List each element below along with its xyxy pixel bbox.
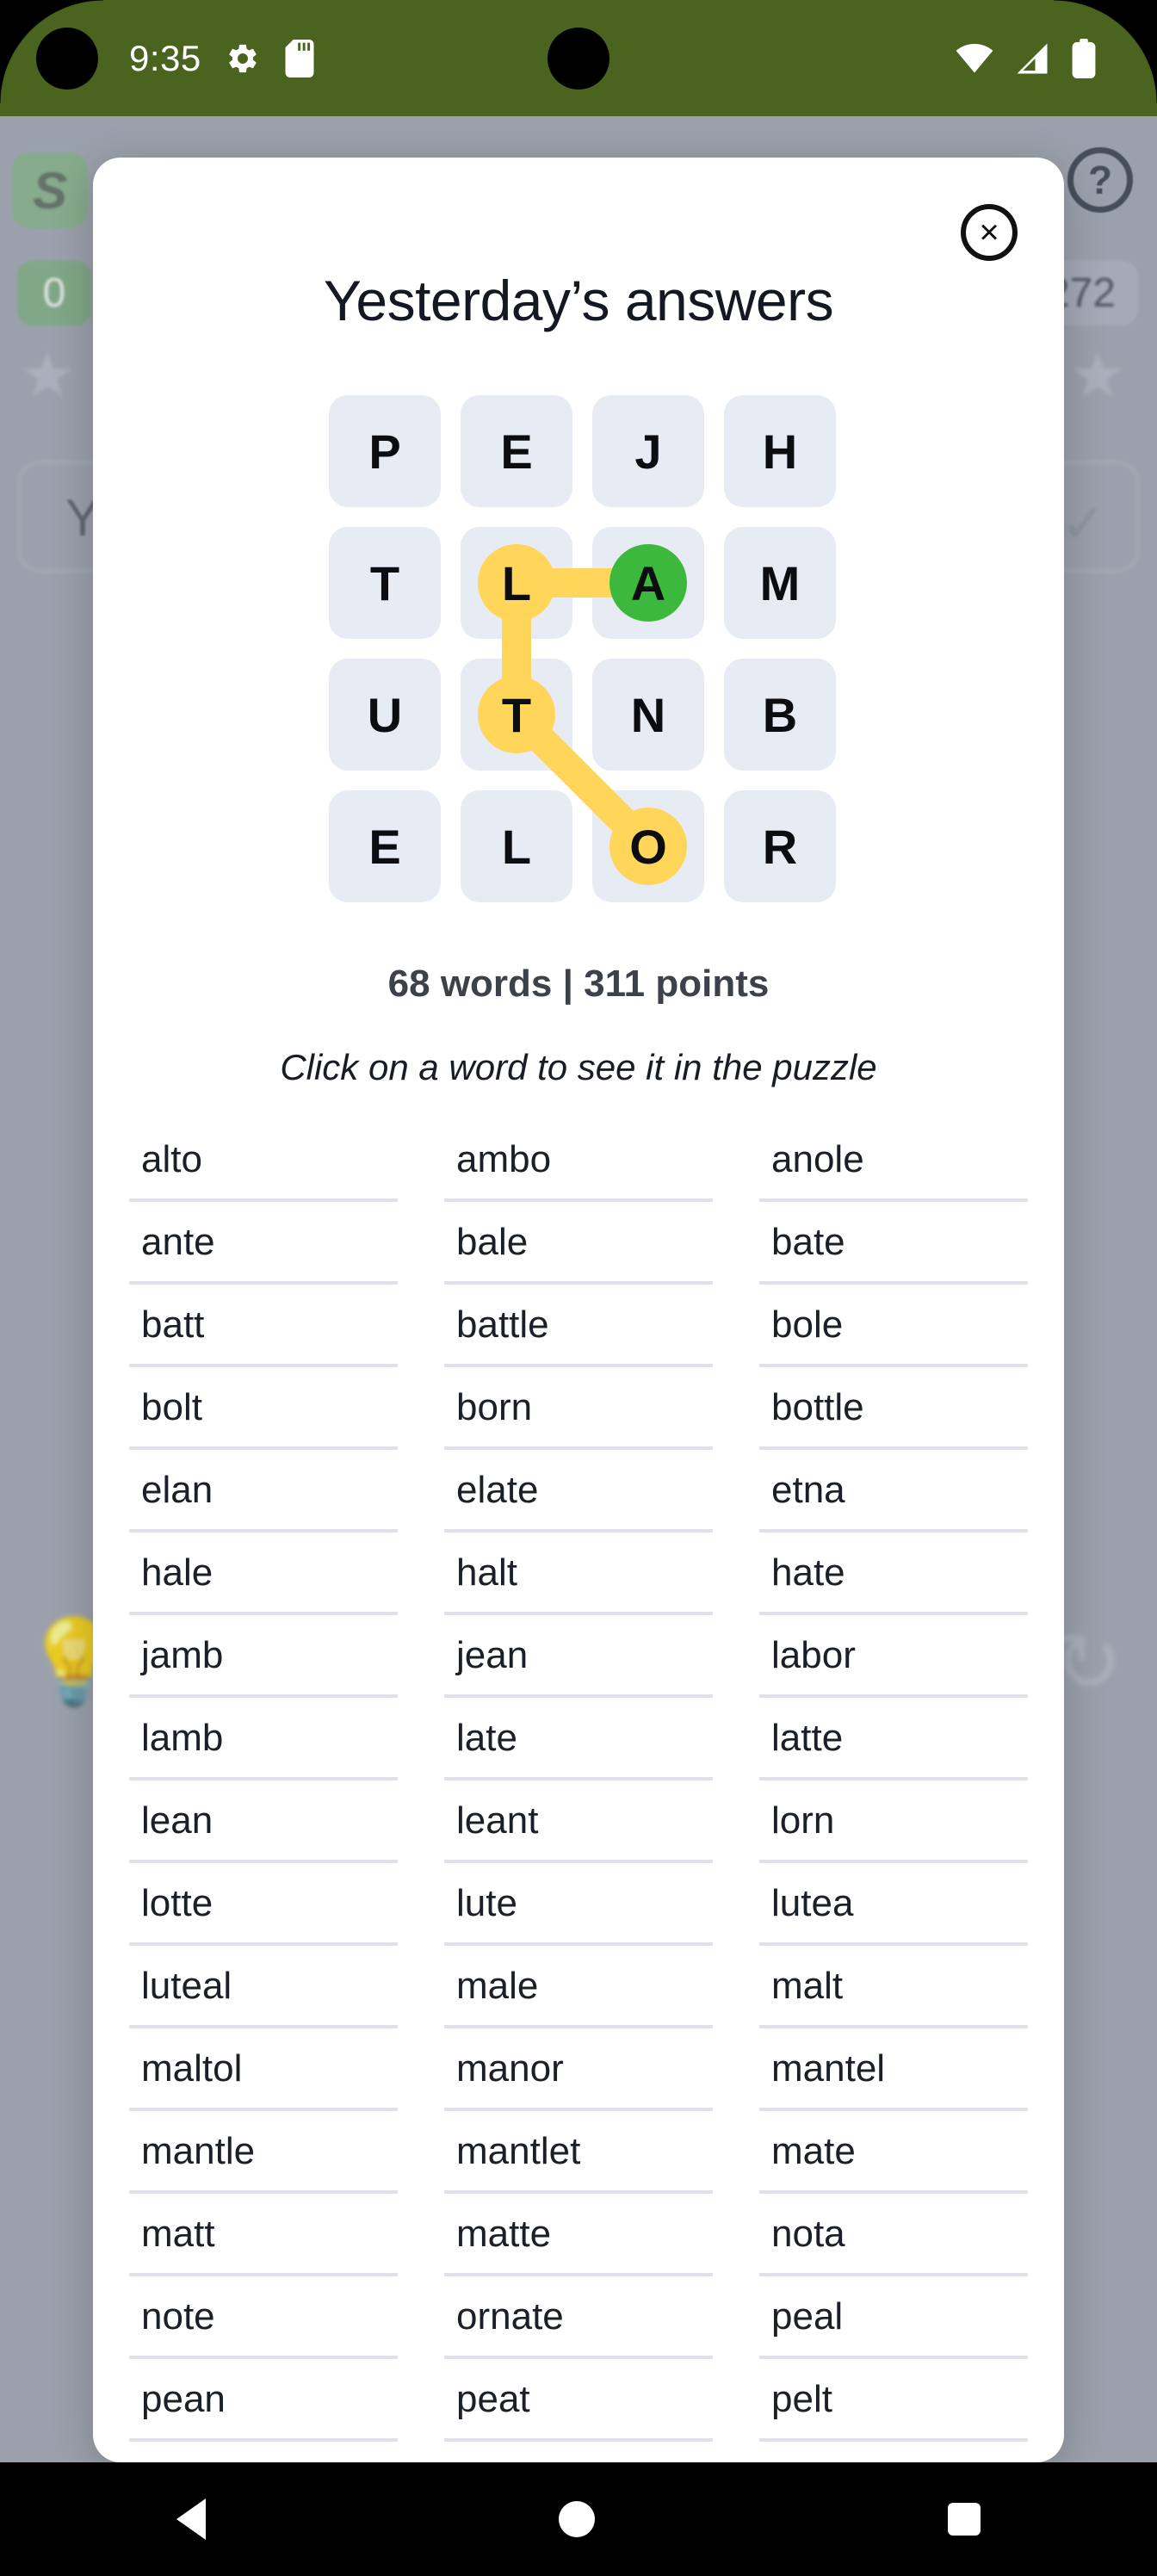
word-list-item[interactable]: bale <box>444 1202 713 1285</box>
word-list-item[interactable]: maltol <box>129 2028 398 2111</box>
word-list-item[interactable]: mantle <box>129 2111 398 2194</box>
word-list-item[interactable]: halt <box>444 1533 713 1615</box>
letter-grid: PEJHTMUNBELR <box>329 395 836 902</box>
grid-tile[interactable] <box>461 659 572 771</box>
camera-punch-hole <box>36 28 98 90</box>
grid-tile[interactable]: B <box>724 659 836 771</box>
star-icon: ★ <box>19 339 77 411</box>
grid-tile[interactable]: P <box>329 395 441 507</box>
word-list-item[interactable]: batt <box>129 1285 398 1367</box>
grid-tile[interactable]: T <box>329 527 441 639</box>
word-list-item[interactable]: bate <box>759 1202 1028 1285</box>
word-list-item[interactable]: matte <box>444 2194 713 2276</box>
word-list-item[interactable]: plan <box>444 2442 713 2462</box>
word-list-item[interactable]: petulant <box>129 2442 398 2462</box>
word-list-item[interactable]: battle <box>444 1285 713 1367</box>
hint-text: Click on a word to see it in the puzzle <box>280 1047 877 1087</box>
word-list: alto ambo anole ante bale bate batt battle bole b… <box>129 1119 1028 2462</box>
star-icon: ★ <box>1068 339 1126 411</box>
app-logo: S <box>12 152 88 228</box>
word-list-item[interactable]: anole <box>759 1119 1028 1202</box>
word-list-item[interactable]: lotte <box>129 1863 398 1946</box>
gear-icon <box>229 44 257 72</box>
grid-tile[interactable] <box>592 527 704 639</box>
word-list-item[interactable]: peal <box>759 2276 1028 2359</box>
word-list-item[interactable]: born <box>444 1367 713 1450</box>
word-list-item[interactable]: pelt <box>759 2359 1028 2442</box>
word-list-item[interactable]: bolt <box>129 1367 398 1450</box>
word-list-item[interactable]: bole <box>759 1285 1028 1367</box>
word-list-item[interactable]: malt <box>759 1946 1028 2028</box>
help-icon[interactable]: ? <box>1067 147 1133 213</box>
word-list-item[interactable]: nota <box>759 2194 1028 2276</box>
navigation-bar <box>0 2462 1157 2576</box>
word-list-item[interactable]: alto <box>129 1119 398 1202</box>
word-list-item[interactable]: lorn <box>759 1780 1028 1863</box>
back-button-icon[interactable] <box>176 2499 206 2540</box>
word-list-item[interactable]: mate <box>759 2111 1028 2194</box>
yesterdays-answers-dialog: × Yesterday’s answers PEJHTMUNBELR ALTO … <box>93 158 1064 2462</box>
word-list-item[interactable]: jean <box>444 1615 713 1698</box>
word-list-item[interactable]: ante <box>129 1202 398 1285</box>
word-list-item[interactable]: ornate <box>444 2276 713 2359</box>
word-list-item[interactable]: late <box>444 1698 713 1780</box>
sd-card-icon <box>285 39 314 77</box>
word-list-item[interactable]: etna <box>759 1450 1028 1533</box>
cellular-signal-icon <box>1017 43 1048 73</box>
grid-tile[interactable]: L <box>461 790 572 902</box>
word-list-item[interactable]: elan <box>129 1450 398 1533</box>
word-list-item[interactable]: hate <box>759 1533 1028 1615</box>
word-count-bubble: 0 <box>17 261 91 325</box>
wifi-icon <box>956 43 993 72</box>
word-list-item[interactable]: leant <box>444 1780 713 1863</box>
status-bar-left: 9:35 <box>129 38 315 79</box>
screen-corner <box>1054 0 1157 103</box>
grid-tile[interactable]: M <box>724 527 836 639</box>
home-button-icon[interactable] <box>559 2501 595 2537</box>
submit-check-icon[interactable]: ✓ <box>1061 492 1107 556</box>
word-list-item[interactable]: mantel <box>759 2028 1028 2111</box>
close-icon[interactable]: × <box>961 204 1018 261</box>
word-list-item[interactable]: ambo <box>444 1119 713 1202</box>
word-list-item[interactable]: pean <box>129 2359 398 2442</box>
grid-tile[interactable]: U <box>329 659 441 771</box>
word-list-item[interactable]: lutea <box>759 1863 1028 1946</box>
word-list-item[interactable]: lute <box>444 1863 713 1946</box>
word-list-item[interactable]: mantlet <box>444 2111 713 2194</box>
grid-tile[interactable]: N <box>592 659 704 771</box>
grid-tile[interactable]: J <box>592 395 704 507</box>
word-list-item[interactable]: lamb <box>129 1698 398 1780</box>
word-list-item[interactable]: lean <box>129 1780 398 1863</box>
word-list-item[interactable]: jamb <box>129 1615 398 1698</box>
grid-tile[interactable]: H <box>724 395 836 507</box>
word-list-item[interactable]: luteal <box>129 1946 398 2028</box>
word-list-item[interactable]: bottle <box>759 1367 1028 1450</box>
word-list-item[interactable]: labor <box>759 1615 1028 1698</box>
word-list-item[interactable]: matt <box>129 2194 398 2276</box>
grid-tile[interactable]: R <box>724 790 836 902</box>
camera-punch-hole <box>548 28 609 90</box>
word-list-item[interactable]: male <box>444 1946 713 2028</box>
recents-button-icon[interactable] <box>948 2503 981 2536</box>
word-list-item[interactable]: latte <box>759 1698 1028 1780</box>
word-list-item[interactable]: manor <box>444 2028 713 2111</box>
word-list-item[interactable]: hale <box>129 1533 398 1615</box>
grid-tile[interactable] <box>461 527 572 639</box>
grid-tile[interactable]: E <box>329 790 441 902</box>
word-list-item[interactable]: elate <box>444 1450 713 1533</box>
word-list-item[interactable]: note <box>129 2276 398 2359</box>
grid-tile[interactable]: E <box>461 395 572 507</box>
stats-summary: 68 words | 311 points <box>387 963 770 1005</box>
word-list-item[interactable]: peat <box>444 2359 713 2442</box>
letter-grid-wrapper: PEJHTMUNBELR ALTO <box>329 395 836 902</box>
page-title: Yesterday’s answers <box>323 269 834 332</box>
clock: 9:35 <box>129 37 201 78</box>
word-list-item[interactable]: plant <box>759 2442 1028 2462</box>
phone-screen: S ? 0 272 ★ ★ Yo ✓ 💡 ↻ × Yesterday’s ans… <box>0 0 1157 2576</box>
grid-tile[interactable] <box>592 790 704 902</box>
